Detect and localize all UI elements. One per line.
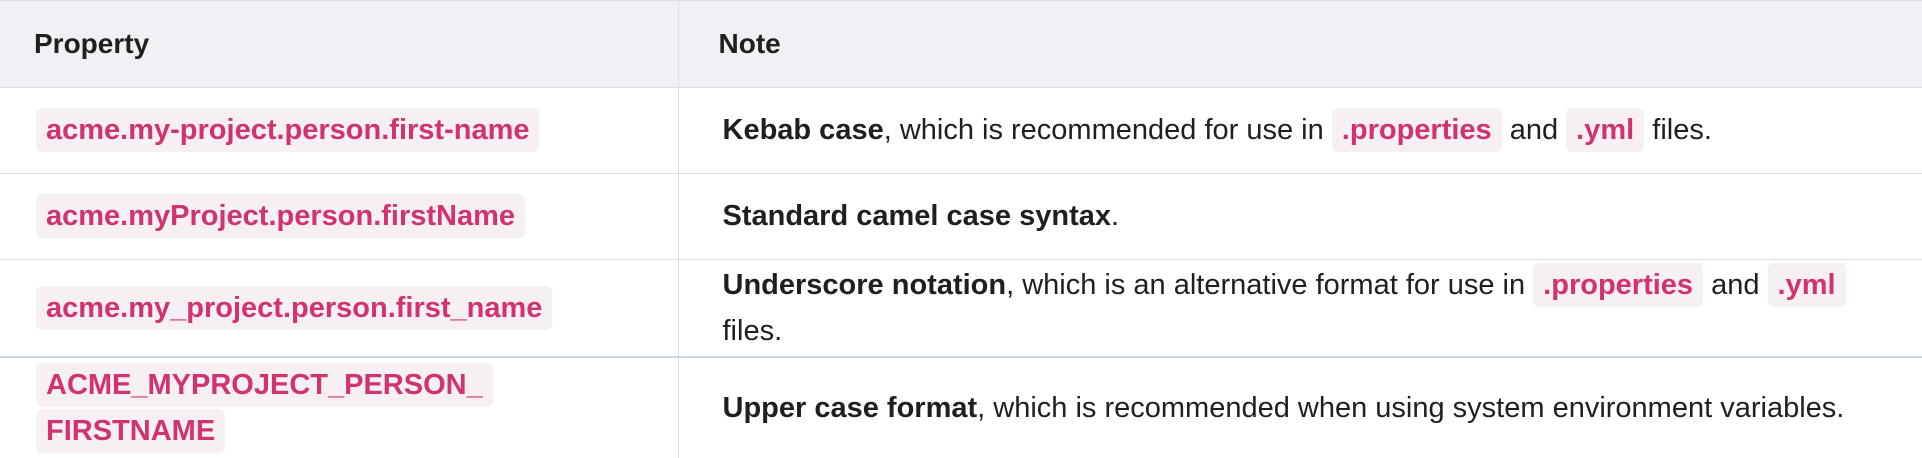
property-naming-table-container: Property Note acme.my-project.person.fir…: [0, 0, 1922, 458]
inline-code: .properties: [1533, 262, 1704, 307]
table-row: acme.my_project.person.first_name Unders…: [0, 259, 1922, 358]
note-bold: Underscore notation: [722, 268, 1007, 301]
note-cell: Upper case format, which is recommended …: [677, 356, 1922, 458]
inline-code: .yml: [1767, 262, 1846, 307]
column-header-property: Property: [0, 1, 678, 88]
property-naming-table: Property Note acme.my-project.person.fir…: [0, 1, 1922, 458]
note-cell: Underscore notation, which is an alterna…: [677, 259, 1922, 358]
note-segment: files.: [1644, 114, 1712, 146]
property-cell: acme.myProject.person.firstName: [0, 173, 678, 260]
note-segment: files.: [722, 314, 783, 347]
note-cell: Kebab case, which is recommended for use…: [677, 87, 1922, 174]
property-code: acme.my-project.person.first-name: [36, 108, 540, 152]
property-code: acme.my_project.person.first_name: [36, 285, 553, 330]
property-cell: acme.my_project.person.first_name: [0, 259, 678, 358]
property-code: ACME_MYPROJECT_PERSON_FIRSTNAME: [36, 363, 493, 454]
note-cell: Standard camel case syntax.: [677, 173, 1922, 260]
inline-code: .properties: [1331, 108, 1502, 152]
note-bold: Kebab case: [722, 114, 884, 146]
property-cell: ACME_MYPROJECT_PERSON_FIRSTNAME: [0, 356, 678, 458]
note-bold: Upper case format: [722, 392, 978, 425]
table-row: acme.myProject.person.firstName Standard…: [0, 173, 1922, 260]
note-bold: Standard camel case syntax: [722, 200, 1111, 232]
table-body: acme.my-project.person.first-name Kebab …: [0, 87, 1922, 458]
note-text: Standard camel case syntax.: [723, 200, 1120, 232]
property-wrap: ACME_MYPROJECT_PERSON_FIRSTNAME: [36, 362, 658, 454]
table-header: Property Note: [0, 1, 1922, 88]
note-segment: and: [1703, 268, 1768, 301]
header-row: Property Note: [0, 1, 1922, 88]
note-text: Upper case format, which is recommended …: [723, 392, 1845, 424]
table-row: acme.my-project.person.first-name Kebab …: [0, 87, 1922, 174]
note-segment: , which is recommended for use in: [883, 114, 1332, 146]
note-segment: .: [1110, 200, 1120, 232]
note-text: Underscore notation, which is an alterna…: [722, 262, 1846, 347]
note-segment: , which is an alternative format for use…: [1006, 268, 1534, 301]
note-text: Kebab case, which is recommended for use…: [723, 108, 1712, 152]
note-segment: and: [1501, 114, 1567, 146]
table-row: ACME_MYPROJECT_PERSON_FIRSTNAME Upper ca…: [0, 356, 1922, 458]
column-header-note: Note: [677, 1, 1922, 88]
inline-code: .yml: [1566, 108, 1645, 152]
note-segment: , which is recommended when using system…: [977, 392, 1845, 425]
property-cell: acme.my-project.person.first-name: [0, 87, 678, 174]
property-code: acme.myProject.person.firstName: [36, 194, 526, 238]
